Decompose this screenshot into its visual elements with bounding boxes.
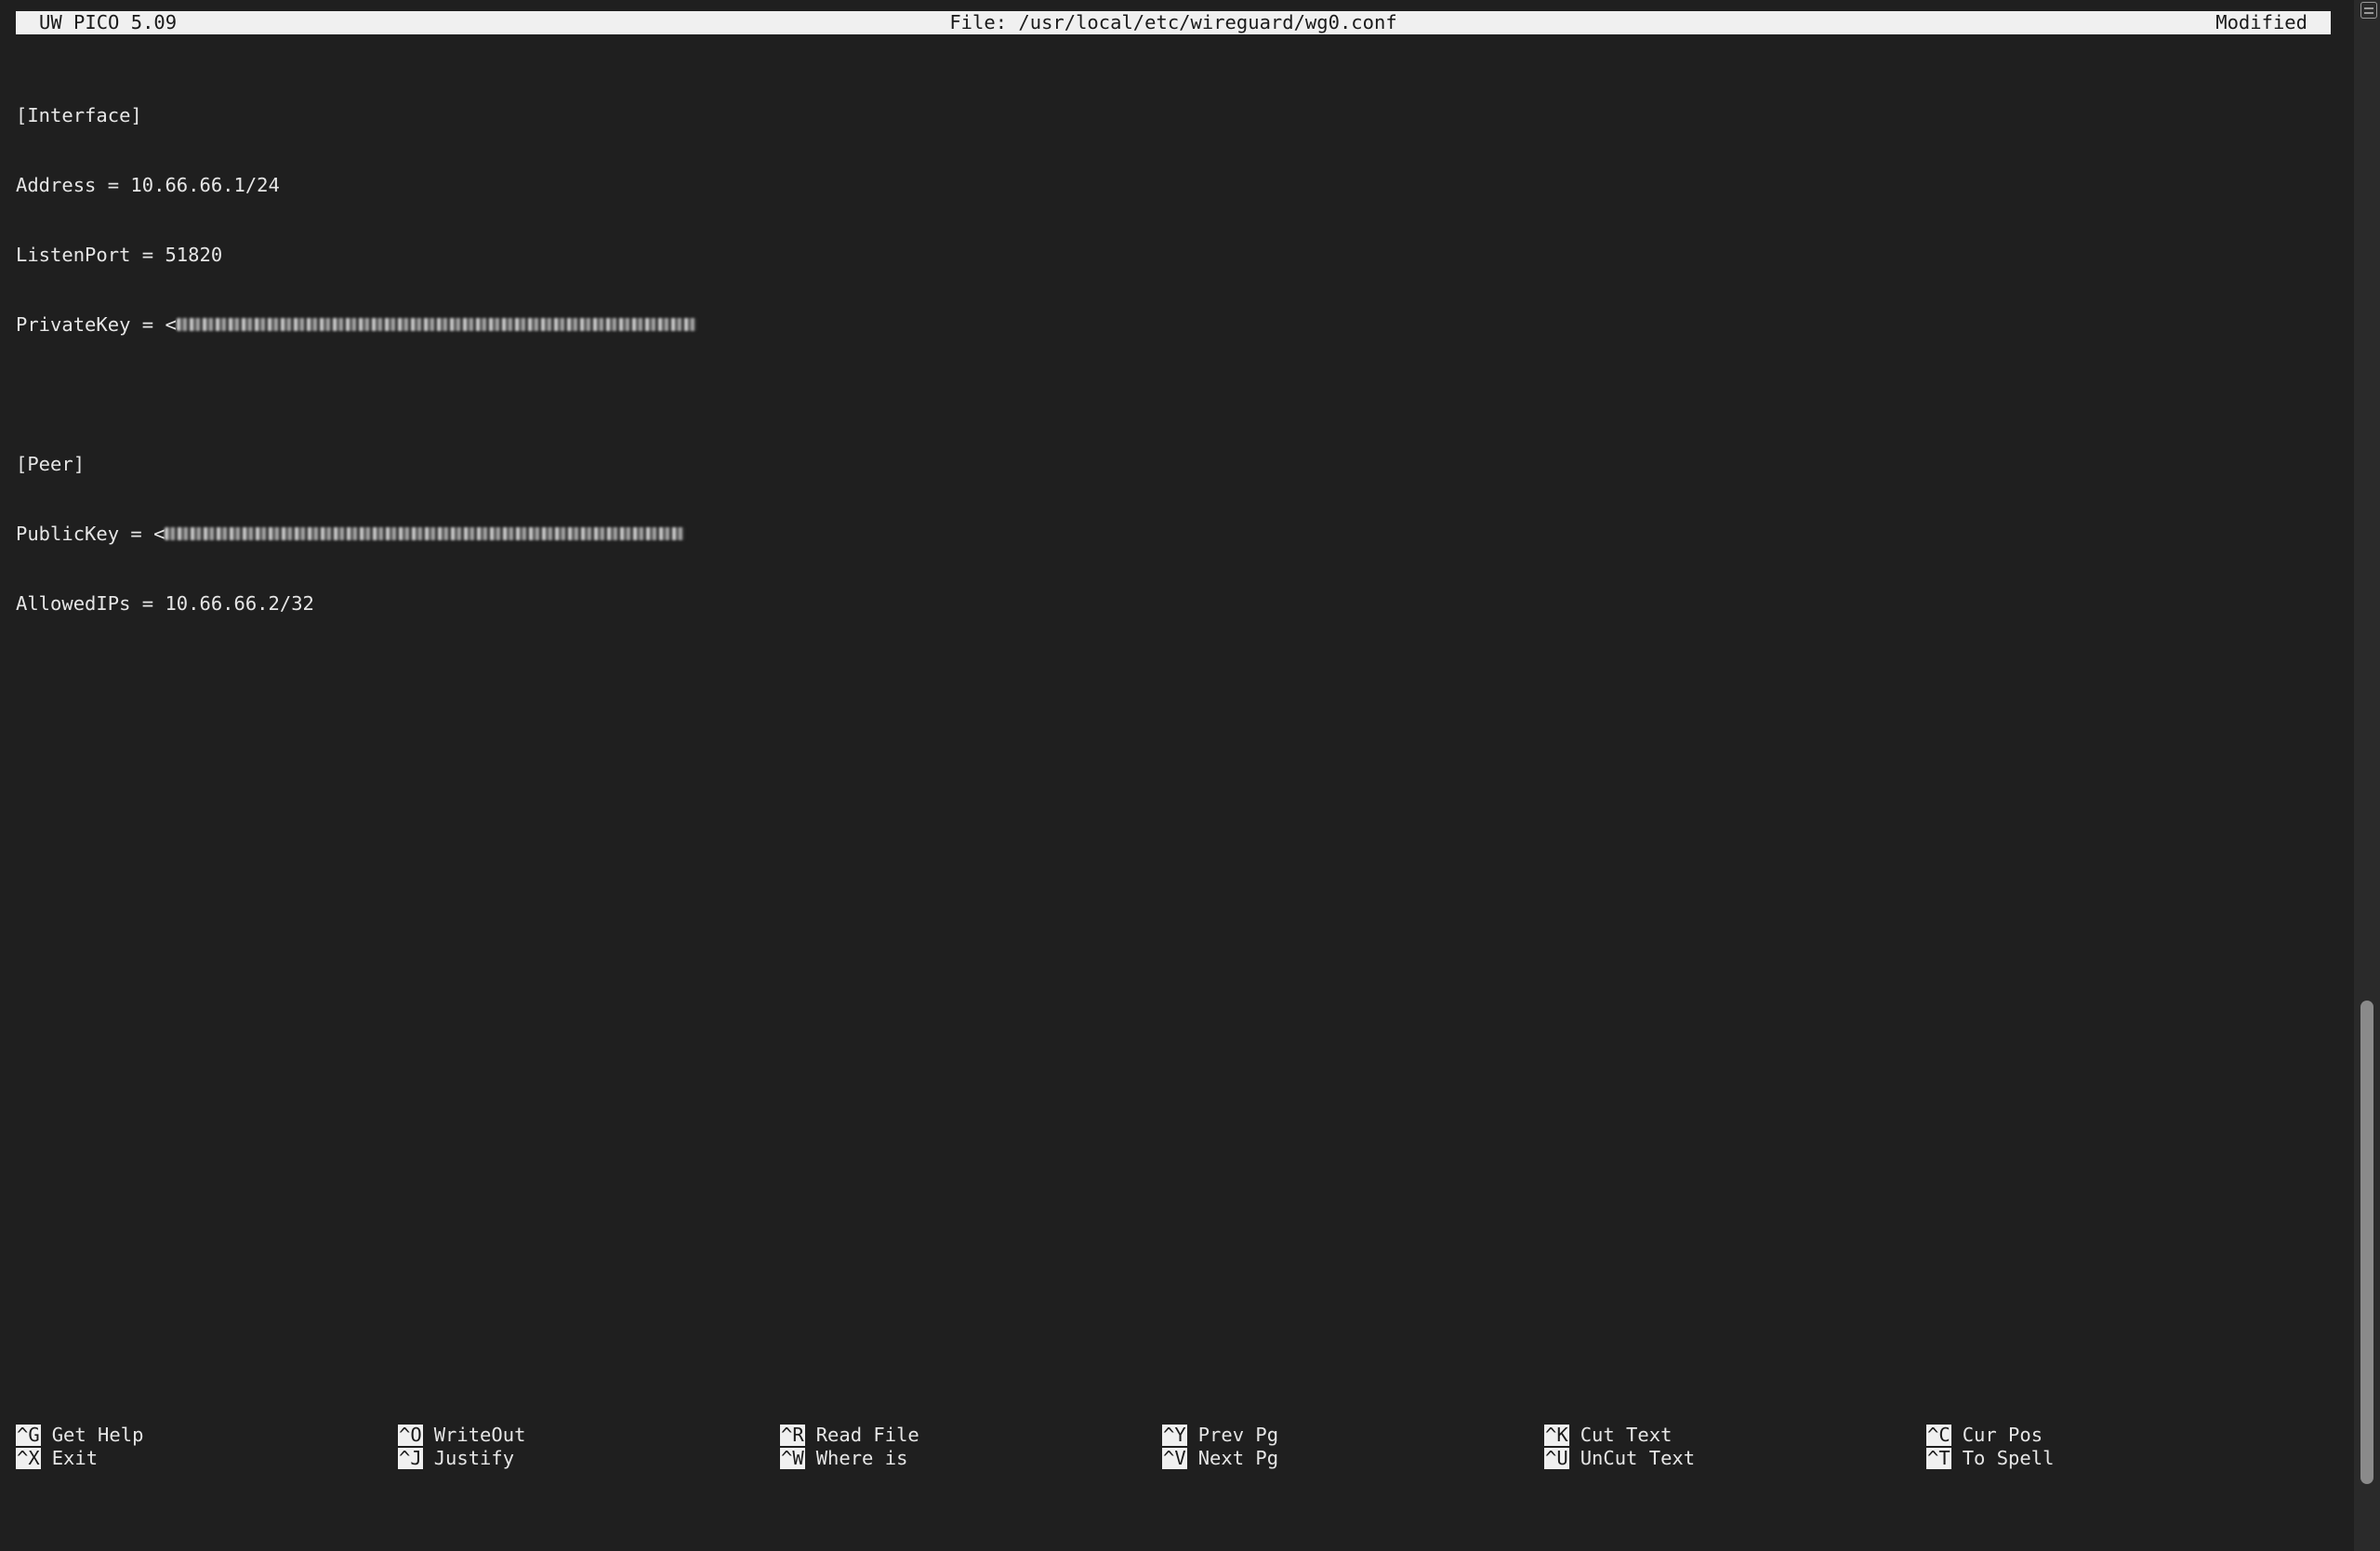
editor-line[interactable]: PrivateKey = < (16, 313, 2331, 337)
shortcut-key: ^V (1162, 1447, 1187, 1469)
shortcut-key: ^J (398, 1447, 423, 1469)
shortcut-to-spell[interactable]: ^T To Spell (1926, 1447, 2054, 1470)
redacted-public-key (165, 526, 686, 540)
shortcut-label: Get Help (51, 1424, 144, 1446)
shortcut-writeout[interactable]: ^O WriteOut (398, 1424, 525, 1447)
shortcut-label: Cut Text (1580, 1424, 1673, 1446)
editor-line[interactable]: Address = 10.66.66.1/24 (16, 174, 2331, 197)
shortcut-next-pg[interactable]: ^V Next Pg (1162, 1447, 1278, 1470)
shortcut-key: ^K (1544, 1424, 1569, 1446)
shortcut-label: Justify (433, 1447, 515, 1469)
line-text: ListenPort = 51820 (16, 244, 223, 266)
shortcut-label: UnCut Text (1580, 1447, 1696, 1469)
shortcut-label: Exit (51, 1447, 99, 1469)
window-menu-icon[interactable] (2360, 2, 2377, 19)
shortcut-get-help[interactable]: ^G Get Help (16, 1424, 143, 1447)
shortcut-key: ^X (16, 1447, 41, 1469)
shortcut-key: ^Y (1162, 1424, 1187, 1446)
editor-area[interactable]: [Interface] Address = 10.66.66.1/24 List… (16, 58, 2331, 639)
editor-line[interactable]: [Peer] (16, 453, 2331, 476)
shortcut-label: Where is (815, 1447, 908, 1469)
modified-status: Modified (2215, 11, 2307, 33)
shortcut-key: ^W (780, 1447, 805, 1469)
shortcut-key: ^U (1544, 1447, 1569, 1469)
shortcut-key: ^R (780, 1424, 805, 1446)
shortcut-label: To Spell (1962, 1447, 2055, 1469)
editor-line[interactable] (16, 383, 2331, 406)
line-text: PublicKey = < (16, 523, 165, 545)
shortcut-label: Cur Pos (1962, 1424, 2043, 1446)
editor-line[interactable]: PublicKey = < (16, 523, 2331, 546)
editor-line[interactable]: [Interface] (16, 104, 2331, 127)
shortcut-label: Next Pg (1197, 1447, 1279, 1469)
line-text: PrivateKey = < (16, 313, 177, 336)
shortcut-key: ^O (398, 1424, 423, 1446)
redacted-private-key (176, 317, 697, 331)
shortcut-prev-pg[interactable]: ^Y Prev Pg (1162, 1424, 1278, 1447)
shortcut-key: ^T (1926, 1447, 1951, 1469)
editor-line[interactable]: ListenPort = 51820 (16, 244, 2331, 267)
shortcut-bar: ^G Get Help ^X Exit ^O WriteOut ^J Justify ^… (16, 1424, 2331, 1470)
line-text: [Peer] (16, 453, 86, 475)
scrollbar[interactable] (2354, 0, 2380, 1551)
line-text: [Interface] (16, 104, 142, 126)
shortcut-where-is[interactable]: ^W Where is (780, 1447, 907, 1470)
shortcut-label: Read File (815, 1424, 919, 1446)
scrollbar-thumb[interactable] (2360, 1001, 2373, 1484)
shortcut-exit[interactable]: ^X Exit (16, 1447, 98, 1470)
shortcut-key: ^G (16, 1424, 41, 1446)
shortcut-cur-pos[interactable]: ^C Cur Pos (1926, 1424, 2043, 1447)
shortcut-label: WriteOut (433, 1424, 526, 1446)
line-text: AllowedIPs = 10.66.66.2/32 (16, 592, 314, 615)
shortcut-justify[interactable]: ^J Justify (398, 1447, 514, 1470)
shortcut-uncut-text[interactable]: ^U UnCut Text (1544, 1447, 1695, 1470)
shortcut-key: ^C (1926, 1424, 1951, 1446)
shortcut-cut-text[interactable]: ^K Cut Text (1544, 1424, 1672, 1447)
file-path: File: /usr/local/etc/wireguard/wg0.conf (949, 11, 1397, 33)
shortcut-read-file[interactable]: ^R Read File (780, 1424, 919, 1447)
app-name: UW PICO 5.09 (39, 11, 178, 33)
title-bar: UW PICO 5.09 File: /usr/local/etc/wiregu… (16, 11, 2331, 34)
editor-line[interactable]: AllowedIPs = 10.66.66.2/32 (16, 592, 2331, 616)
shortcut-label: Prev Pg (1197, 1424, 1279, 1446)
line-text: Address = 10.66.66.1/24 (16, 174, 280, 196)
